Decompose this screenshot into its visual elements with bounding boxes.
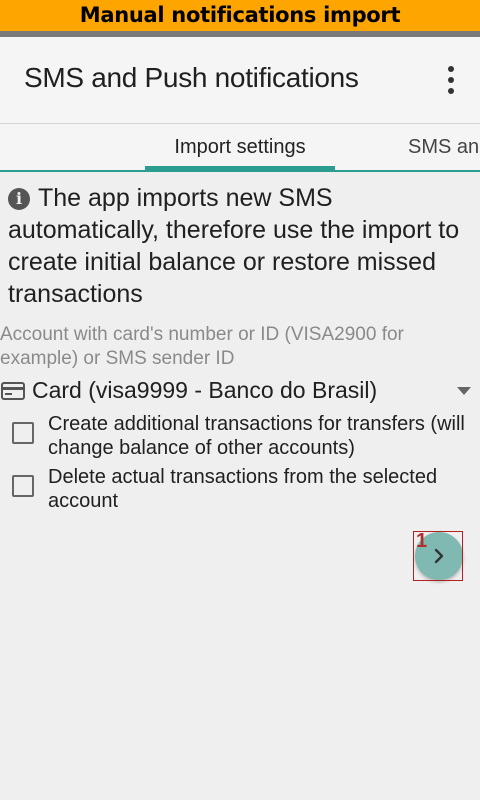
overflow-menu-icon[interactable] [448,66,454,94]
tab-import-settings[interactable]: Import settings [145,124,335,170]
account-selected-value: Card (visa9999 - Banco do Brasil) [32,377,378,403]
dropdown-arrow-icon [457,387,471,395]
info-icon: i [8,188,30,210]
transfers-checkbox[interactable] [12,422,34,444]
delete-option-label: Delete actual transactions from the sele… [48,466,438,512]
account-field-label: Account with card's number or ID (VISA29… [0,324,404,369]
app-bar: SMS and Push notifications [0,37,480,124]
delete-checkbox[interactable] [12,475,34,497]
info-message: i The app imports new SMS automatically, … [8,182,470,310]
card-icon [1,382,25,400]
banner-title: Manual notifications import [79,3,401,27]
tab-sms-and-push[interactable]: SMS and [408,124,480,170]
active-tab-indicator [145,166,335,170]
tab-import-settings-label: Import settings [174,136,306,158]
tab-bar: Import settings SMS and [0,124,480,172]
chevron-right-icon [434,548,444,564]
transfers-option-label: Create additional transactions for trans… [48,413,465,459]
screen-title: SMS and Push notifications [24,62,359,93]
step-number-badge: 1 [416,530,428,552]
tab-sms-label: SMS and [408,136,480,158]
info-text: The app imports new SMS automatically, t… [8,184,460,308]
account-spinner[interactable]: Card (visa9999 - Banco do Brasil) [0,376,480,408]
tutorial-banner: Manual notifications import [0,0,480,31]
